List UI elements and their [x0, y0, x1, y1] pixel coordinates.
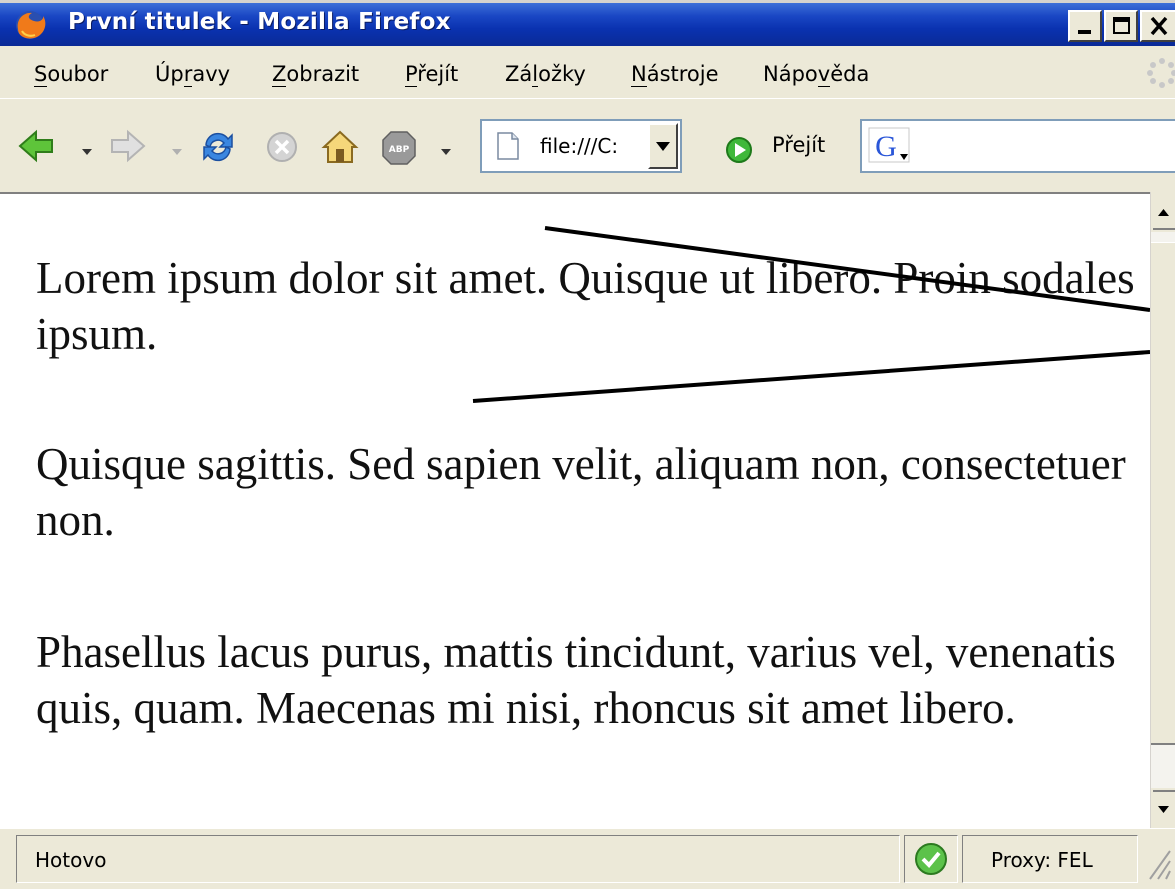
menu-zalozky[interactable]: Záložky [505, 62, 586, 87]
search-bar[interactable]: G [860, 119, 1175, 173]
menu-nastroje[interactable]: Nástroje [631, 62, 719, 87]
chevron-down-icon [656, 142, 670, 151]
minimize-button[interactable] [1068, 10, 1102, 42]
proxy-label: Proxy: FEL [991, 848, 1093, 872]
annotation-line-1 [544, 226, 1150, 312]
vertical-scrollbar[interactable] [1150, 192, 1175, 828]
back-dropdown-icon[interactable] [82, 149, 92, 155]
search-engine-button[interactable]: G [868, 127, 912, 165]
menu-accel: Z [272, 62, 287, 87]
menu-label: ástroje [646, 62, 719, 86]
close-button[interactable] [1140, 10, 1175, 42]
page-content: Lorem ipsum dolor sit amet. Quisque ut l… [0, 192, 1150, 828]
go-icon[interactable] [724, 135, 754, 165]
window-title: První titulek - Mozilla Firefox [68, 9, 451, 35]
forward-dropdown-icon[interactable] [172, 149, 182, 155]
arrow-down-icon [1153, 790, 1175, 813]
firefox-icon [16, 11, 46, 39]
arrow-up-icon [1153, 209, 1175, 230]
menu-upravy[interactable]: Úpravy [155, 62, 231, 87]
scroll-down-button[interactable] [1151, 788, 1175, 828]
menu-label: Úp [155, 62, 184, 86]
throbber-icon [1147, 58, 1175, 88]
page-icon [497, 132, 519, 160]
url-bar[interactable]: file:///C: [480, 119, 682, 173]
menu-accel: v [817, 62, 831, 87]
menu-accel: S [34, 62, 48, 87]
minimize-icon [1078, 30, 1091, 34]
menu-label: oubor [47, 62, 109, 86]
menu-bar: Soubor Úpravy Zobrazit Přejít Záložky Ná… [0, 46, 1175, 99]
navigation-toolbar: ABP file:///C: Přejít G [0, 98, 1175, 193]
close-icon [1150, 16, 1168, 36]
menu-accel: P [405, 62, 418, 87]
proxy-panel[interactable]: Proxy: FEL [962, 835, 1138, 883]
check-icon [915, 843, 947, 875]
stop-icon[interactable] [264, 129, 300, 165]
adblock-icon[interactable]: ABP [380, 129, 418, 167]
home-icon[interactable] [320, 127, 360, 167]
menu-accel: N [631, 62, 647, 87]
menu-label: Zá [505, 62, 533, 86]
menu-soubor[interactable]: Soubor [34, 62, 109, 87]
menu-label: ěda [830, 62, 870, 86]
reload-icon[interactable] [198, 127, 238, 167]
url-input[interactable]: file:///C: [540, 134, 618, 158]
adblock-label: ABP [389, 145, 410, 155]
maximize-button[interactable] [1104, 10, 1138, 42]
menu-prejit[interactable]: Přejít [405, 62, 459, 87]
menu-label: obrazit [286, 62, 360, 86]
menu-label: Nápo [763, 62, 818, 86]
annotation-line-2 [472, 350, 1150, 403]
google-letter: G [875, 130, 897, 163]
resize-grip-icon[interactable] [1146, 843, 1172, 883]
scroll-thumb[interactable] [1151, 242, 1175, 745]
go-button[interactable]: Přejít [772, 133, 825, 157]
menu-label: avy [192, 62, 231, 86]
google-icon: G [868, 127, 910, 163]
adblock-dropdown-icon[interactable] [441, 149, 451, 155]
url-dropdown-button[interactable] [648, 123, 678, 169]
menu-zobrazit[interactable]: Zobrazit [272, 62, 360, 87]
title-bar[interactable]: První titulek - Mozilla Firefox [0, 0, 1175, 46]
maximize-icon [1113, 17, 1130, 34]
security-panel[interactable] [904, 835, 958, 883]
scroll-up-button[interactable] [1151, 192, 1175, 232]
menu-label: ožky [538, 62, 586, 86]
status-text: Hotovo [35, 848, 107, 872]
status-bar: Hotovo Proxy: FEL [0, 828, 1175, 889]
menu-napoveda[interactable]: Nápověda [763, 62, 870, 87]
menu-label: řejít [417, 62, 459, 86]
annotation-lines [472, 226, 1150, 403]
forward-arrow-icon[interactable] [108, 129, 146, 163]
status-panel: Hotovo [16, 835, 900, 883]
back-arrow-icon[interactable] [18, 129, 56, 163]
